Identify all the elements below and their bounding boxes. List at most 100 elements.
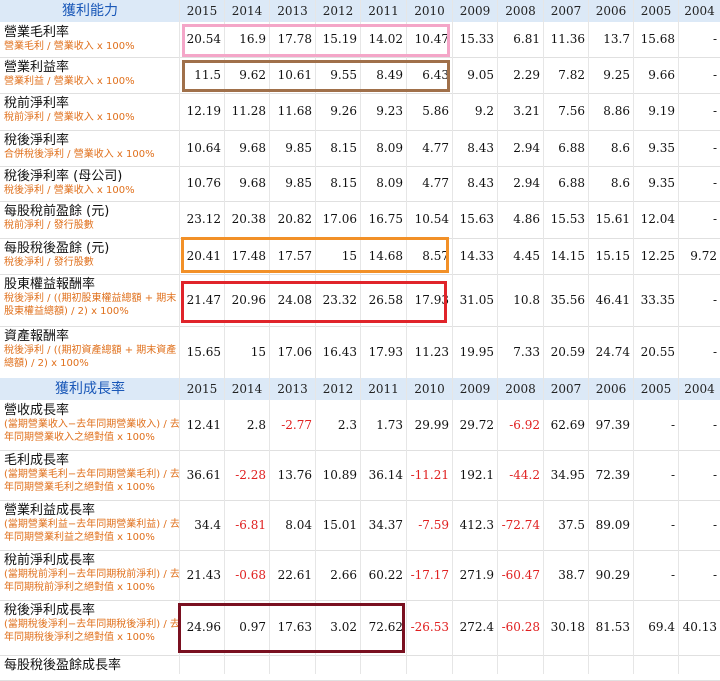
value-cell: 15.33 <box>459 32 494 46</box>
column-divider <box>678 0 679 674</box>
metric-name: 營業利益成長率 <box>4 503 96 518</box>
value-cell: 2.8 <box>246 418 266 432</box>
value-cell: 15.01 <box>322 518 357 532</box>
value-cell: 81.53 <box>595 620 630 634</box>
value-cell: 89.09 <box>595 518 630 532</box>
value-cell: -44.2 <box>509 468 540 482</box>
year-header: 2009 <box>459 4 491 18</box>
value-cell: 30.18 <box>550 620 585 634</box>
value-cell: 15.63 <box>459 212 494 226</box>
year-header: 2008 <box>505 382 536 396</box>
value-cell: 14.15 <box>550 249 585 263</box>
metric-name: 毛利成長率 <box>4 453 70 468</box>
value-cell: 9.2 <box>474 104 494 118</box>
metric-name: 每股稅後盈餘 (元) <box>4 241 110 256</box>
value-cell: 9.26 <box>330 104 357 118</box>
value-cell: 2.3 <box>337 418 357 432</box>
value-cell: -11.21 <box>410 468 449 482</box>
value-cell: 11.23 <box>414 345 449 359</box>
value-cell: - <box>712 345 717 359</box>
value-cell: 8.6 <box>610 176 630 190</box>
row-label: 稅後淨利成長率 (當期稅後淨利−去年同期稅後淨利) / 去年同期稅後淨利之絕對值 … <box>0 600 180 655</box>
value-cell: 11.28 <box>231 104 266 118</box>
metric-formula: 營業毛利 / 營業收入 x 100% <box>4 41 135 52</box>
metric-formula: (當期營業收入−去年同期營業收入) / 去年同期營業收入之絕對值 x 100% <box>4 419 180 443</box>
value-cell: 7.33 <box>513 345 540 359</box>
metric-formula: (當期稅前淨利−去年同期稅前淨利) / 去年同期稅前淨利之絕對值 x 100% <box>4 569 180 593</box>
value-cell: - <box>670 518 675 532</box>
financial-table: 獲利能力 2015 2014 2013 2012 2011 2010 2009 2008 2007… <box>0 0 720 681</box>
year-header: 2014 <box>231 382 263 396</box>
metric-formula: 合併稅後淨利 / 營業收入 x 100% <box>4 149 155 160</box>
value-cell: 10.64 <box>186 141 221 155</box>
row-label: 稅前淨利成長率 (當期稅前淨利−去年同期稅前淨利) / 去年同期稅前淨利之絕對值 … <box>0 550 180 600</box>
value-cell: 69.4 <box>648 620 675 634</box>
metric-name: 稅前淨利率 <box>4 96 70 111</box>
value-cell: 22.61 <box>277 568 312 582</box>
highlight-box-roe <box>181 281 447 323</box>
value-cell: 62.69 <box>550 418 585 432</box>
value-cell: 2.94 <box>513 176 540 190</box>
row-label: 每股稅後盈餘 (元) 稅後淨利 / 發行股數 <box>0 238 180 274</box>
value-cell: - <box>712 68 717 82</box>
value-cell: 21.43 <box>186 568 221 582</box>
value-cell: 24.74 <box>595 345 630 359</box>
value-cell: 19.95 <box>459 345 494 359</box>
value-cell: 8.15 <box>330 141 357 155</box>
column-divider <box>497 0 498 674</box>
row-label: 營收成長率 (當期營業收入−去年同期營業收入) / 去年同期營業收入之絕對值 x … <box>0 400 180 450</box>
row-label: 每股稅後盈餘成長率 <box>0 655 180 680</box>
metric-formula: 稅前淨利 / 營業收入 x 100% <box>4 112 135 123</box>
column-divider <box>452 0 453 674</box>
metric-name: 稅後淨利成長率 <box>4 603 96 618</box>
value-cell: 13.76 <box>277 468 312 482</box>
value-cell: 3.21 <box>513 104 540 118</box>
metric-name: 每股稅前盈餘 (元) <box>4 204 110 219</box>
value-cell: 20.38 <box>231 212 266 226</box>
value-cell: 17.06 <box>322 212 357 226</box>
value-cell: -0.68 <box>235 568 266 582</box>
year-header: 2006 <box>595 382 627 396</box>
value-cell: 9.35 <box>648 176 675 190</box>
highlight-box-net-growth <box>178 603 405 653</box>
value-cell: 12.19 <box>186 104 221 118</box>
metric-name: 營業毛利率 <box>4 25 70 40</box>
value-cell: 14.33 <box>459 249 494 263</box>
metric-formula: (當期稅後淨利−去年同期稅後淨利) / 去年同期稅後淨利之絕對值 x 100% <box>4 619 180 643</box>
value-cell: 15.61 <box>595 212 630 226</box>
value-cell: - <box>712 518 717 532</box>
year-header: 2011 <box>368 4 399 18</box>
value-cell: 8.43 <box>467 176 494 190</box>
value-cell: 10.89 <box>322 468 357 482</box>
column-divider <box>406 0 407 674</box>
value-cell: 9.23 <box>376 104 403 118</box>
year-header: 2010 <box>414 4 445 18</box>
value-cell: -17.17 <box>410 568 449 582</box>
value-cell: -6.81 <box>235 518 266 532</box>
year-header: 2009 <box>459 382 491 396</box>
value-cell: - <box>712 418 717 432</box>
section-title: 獲利成長率 <box>55 381 125 397</box>
value-cell: 15.53 <box>550 212 585 226</box>
value-cell: 16.43 <box>322 345 357 359</box>
value-cell: 33.35 <box>640 293 675 307</box>
metric-formula: 稅後淨利 / ((期初股東權益總額 + 期末股東權益總額) / 2) x 100… <box>4 293 177 317</box>
value-cell: 9.85 <box>285 141 312 155</box>
value-cell: 90.29 <box>595 568 630 582</box>
value-cell: -26.53 <box>410 620 449 634</box>
value-cell: 11.68 <box>277 104 312 118</box>
value-cell: - <box>712 212 717 226</box>
year-header: 2004 <box>684 382 715 396</box>
year-header: 2007 <box>550 4 582 18</box>
year-header: 2005 <box>640 382 672 396</box>
metric-formula: 稅後淨利 / 發行股數 <box>4 257 94 268</box>
value-cell: 31.05 <box>459 293 494 307</box>
value-cell: 8.86 <box>603 104 630 118</box>
column-divider <box>224 0 225 674</box>
value-cell: 9.05 <box>467 68 494 82</box>
value-cell: - <box>670 468 675 482</box>
year-header: 2011 <box>368 382 399 396</box>
metric-name: 每股稅後盈餘成長率 <box>4 658 122 673</box>
value-cell: 38.7 <box>558 568 585 582</box>
column-divider <box>633 0 634 674</box>
